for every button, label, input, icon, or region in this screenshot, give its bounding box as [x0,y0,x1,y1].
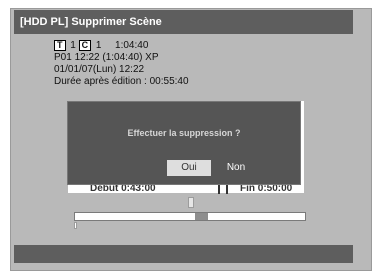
title-chapter-row: T 1 C 1 1:04:40 [54,40,274,52]
position-pointer[interactable] [188,197,194,208]
dialog-message: Effectuer la suppression ? [127,128,241,138]
scene-markers: Début 0:43:00 Fin 0:50:00 [90,183,320,197]
confirm-dialog: Effectuer la suppression ? Oui Non [67,101,301,185]
program-line: P01 12:22 (1:04:40) XP [54,52,159,63]
yes-button[interactable]: Oui [167,160,211,176]
bottom-bar [14,245,353,263]
recording-info: T 1 C 1 1:04:40 P01 12:22 (1:04:40) XP 0… [54,40,274,88]
duration-after-edit: Durée après édition : 00:55:40 [54,76,189,87]
page-title: [HDD PL] Supprimer Scène [14,10,353,34]
chapter-number: 1 [95,40,102,51]
timeline-selected-range [194,213,209,220]
timeline-track[interactable] [74,212,306,221]
duration: 1:04:40 [115,40,149,51]
title-number: 1 [70,40,76,51]
title-badge: T [54,40,66,51]
chapter-badge: C [78,40,92,51]
no-button[interactable]: Non [216,160,256,176]
date-line: 01/01/07(Lun) 12:22 [54,64,145,75]
pause-icon [218,185,228,194]
timeline-start-tick [74,222,77,229]
